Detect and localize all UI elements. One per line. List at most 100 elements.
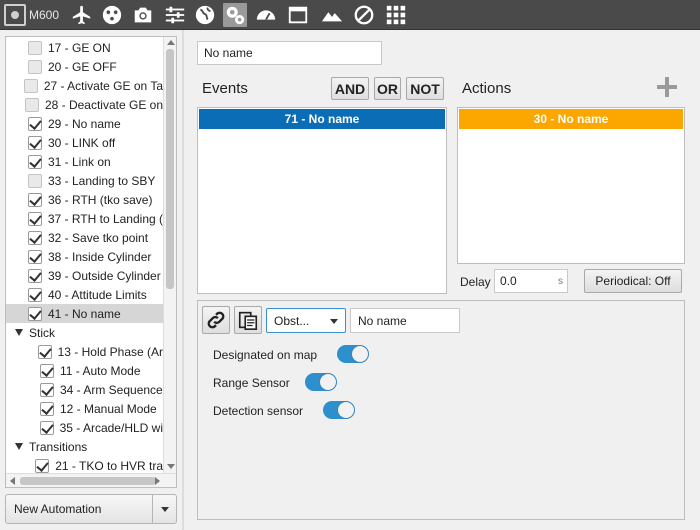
checkbox[interactable] (28, 306, 42, 321)
checkbox[interactable] (40, 363, 54, 378)
camera-icon[interactable] (131, 3, 155, 27)
checkbox[interactable] (35, 458, 50, 473)
tree-item[interactable]: 29 - No name (6, 114, 163, 133)
checkbox[interactable] (28, 116, 42, 131)
tree-item-label: 20 - GE OFF (48, 59, 117, 74)
checkbox[interactable] (28, 40, 42, 55)
tree-item[interactable]: 31 - Link on (6, 152, 163, 171)
tree-item-label: 29 - No name (48, 116, 121, 131)
checkbox[interactable] (28, 173, 42, 188)
checkbox[interactable] (24, 97, 39, 112)
not-button[interactable]: NOT (406, 77, 444, 100)
airplane-icon[interactable] (70, 3, 94, 27)
tree-item-label: 27 - Activate GE on Ta (43, 78, 163, 93)
tree-group-transitions[interactable]: Transitions (6, 437, 163, 456)
gears-icon[interactable] (223, 3, 247, 27)
tree-item-selected[interactable]: 41 - No name (6, 304, 163, 323)
grid-icon[interactable] (384, 3, 408, 27)
tree-item[interactable]: 34 - Arm Sequence (6, 380, 163, 399)
checkbox[interactable] (40, 401, 54, 416)
tree-item-label: 34 - Arm Sequence (60, 382, 163, 397)
and-button[interactable]: AND (331, 77, 369, 100)
expand-arrow-icon[interactable] (15, 443, 23, 450)
tree-item-label: 32 - Save tko point (48, 230, 149, 245)
automation-name-field[interactable]: No name (197, 41, 382, 65)
checkbox[interactable] (28, 154, 42, 169)
type-select[interactable]: Obst... (266, 308, 346, 333)
group-label: Transitions (29, 439, 88, 454)
action-item[interactable]: 30 - No name (459, 109, 683, 129)
vertical-scrollbar[interactable] (163, 37, 176, 473)
tree-item[interactable]: 11 - Auto Mode (6, 361, 163, 380)
tree-item-label: 31 - Link on (48, 154, 111, 169)
globe-icon[interactable] (193, 3, 217, 27)
tree-item[interactable]: 36 - RTH (tko save) (6, 190, 163, 209)
tree-item[interactable]: 35 - Arcade/HLD wi (6, 418, 163, 437)
range-sensor-toggle[interactable] (305, 373, 337, 391)
tree-item[interactable]: 30 - LINK off (6, 133, 163, 152)
condition-name-field[interactable]: No name (350, 308, 460, 333)
device-selector[interactable]: M600 (4, 2, 68, 28)
panel-splitter[interactable] (182, 30, 184, 530)
scroll-right-icon[interactable] (155, 477, 160, 485)
detection-sensor-toggle[interactable] (323, 401, 355, 419)
tree-item[interactable]: 37 - RTH to Landing ( (6, 209, 163, 228)
tree-item[interactable]: 38 - Inside Cylinder (6, 247, 163, 266)
option-label: Designated on map (213, 348, 318, 362)
scroll-thumb[interactable] (166, 49, 174, 289)
expand-arrow-icon[interactable] (15, 329, 23, 336)
tree-item[interactable]: 32 - Save tko point (6, 228, 163, 247)
tree-item-label: 17 - GE ON (48, 40, 111, 55)
checkbox[interactable] (28, 192, 42, 207)
copy-button[interactable] (234, 306, 262, 334)
tree-item[interactable]: 13 - Hold Phase (Ar (6, 342, 163, 361)
scroll-down-icon[interactable] (167, 464, 175, 469)
automation-tree: 17 - GE ON 20 - GE OFF 27 - Activate GE … (5, 36, 177, 488)
events-list: 71 - No name (197, 107, 447, 294)
scroll-thumb[interactable] (20, 477, 156, 485)
tree-item[interactable]: 33 - Landing to SBY (6, 171, 163, 190)
new-automation-dropdown[interactable] (152, 495, 176, 523)
events-title: Events (202, 80, 248, 97)
horizontal-scrollbar[interactable] (6, 473, 176, 487)
chip-icon (4, 4, 26, 26)
new-automation-button[interactable]: New Automation (5, 494, 177, 524)
tree-item[interactable]: 27 - Activate GE on Ta (6, 76, 163, 95)
tree-item[interactable]: 17 - GE ON (6, 38, 163, 57)
periodical-button[interactable]: Periodical: Off (584, 269, 682, 293)
checkbox[interactable] (40, 382, 54, 397)
tree-item[interactable]: 28 - Deactivate GE on (6, 95, 163, 114)
checkbox[interactable] (28, 135, 42, 150)
scroll-up-icon[interactable] (167, 40, 175, 45)
prohibit-icon[interactable] (352, 3, 376, 27)
checkbox[interactable] (37, 344, 52, 359)
designated-on-map-toggle[interactable] (337, 345, 369, 363)
checkbox[interactable] (28, 230, 42, 245)
tree-item-label: 11 - Auto Mode (60, 363, 141, 378)
link-button[interactable] (202, 306, 230, 334)
tree-item[interactable]: 20 - GE OFF (6, 57, 163, 76)
event-item[interactable]: 71 - No name (199, 109, 445, 129)
tree-item[interactable]: 40 - Attitude Limits (6, 285, 163, 304)
checkbox[interactable] (28, 59, 42, 74)
or-button[interactable]: OR (374, 77, 401, 100)
mountain-icon[interactable] (320, 3, 344, 27)
checkbox[interactable] (39, 420, 54, 435)
tree-item-label: 28 - Deactivate GE on (44, 97, 163, 112)
tree-item-label: 12 - Manual Mode (60, 401, 157, 416)
gauge-icon[interactable] (254, 3, 278, 27)
tree-item[interactable]: 12 - Manual Mode (6, 399, 163, 418)
checkbox[interactable] (28, 287, 42, 302)
checkbox[interactable] (23, 78, 38, 93)
checkbox[interactable] (28, 249, 42, 264)
dots-icon[interactable] (100, 3, 124, 27)
sliders-icon[interactable] (163, 3, 187, 27)
add-action-icon[interactable] (657, 77, 677, 97)
scroll-left-icon[interactable] (10, 477, 15, 485)
delay-field[interactable]: 0.0 (494, 269, 568, 293)
tree-item[interactable]: 39 - Outside Cylinder (6, 266, 163, 285)
tree-group-stick[interactable]: Stick (6, 323, 163, 342)
window-icon[interactable] (286, 3, 310, 27)
checkbox[interactable] (28, 268, 42, 283)
checkbox[interactable] (27, 211, 42, 226)
